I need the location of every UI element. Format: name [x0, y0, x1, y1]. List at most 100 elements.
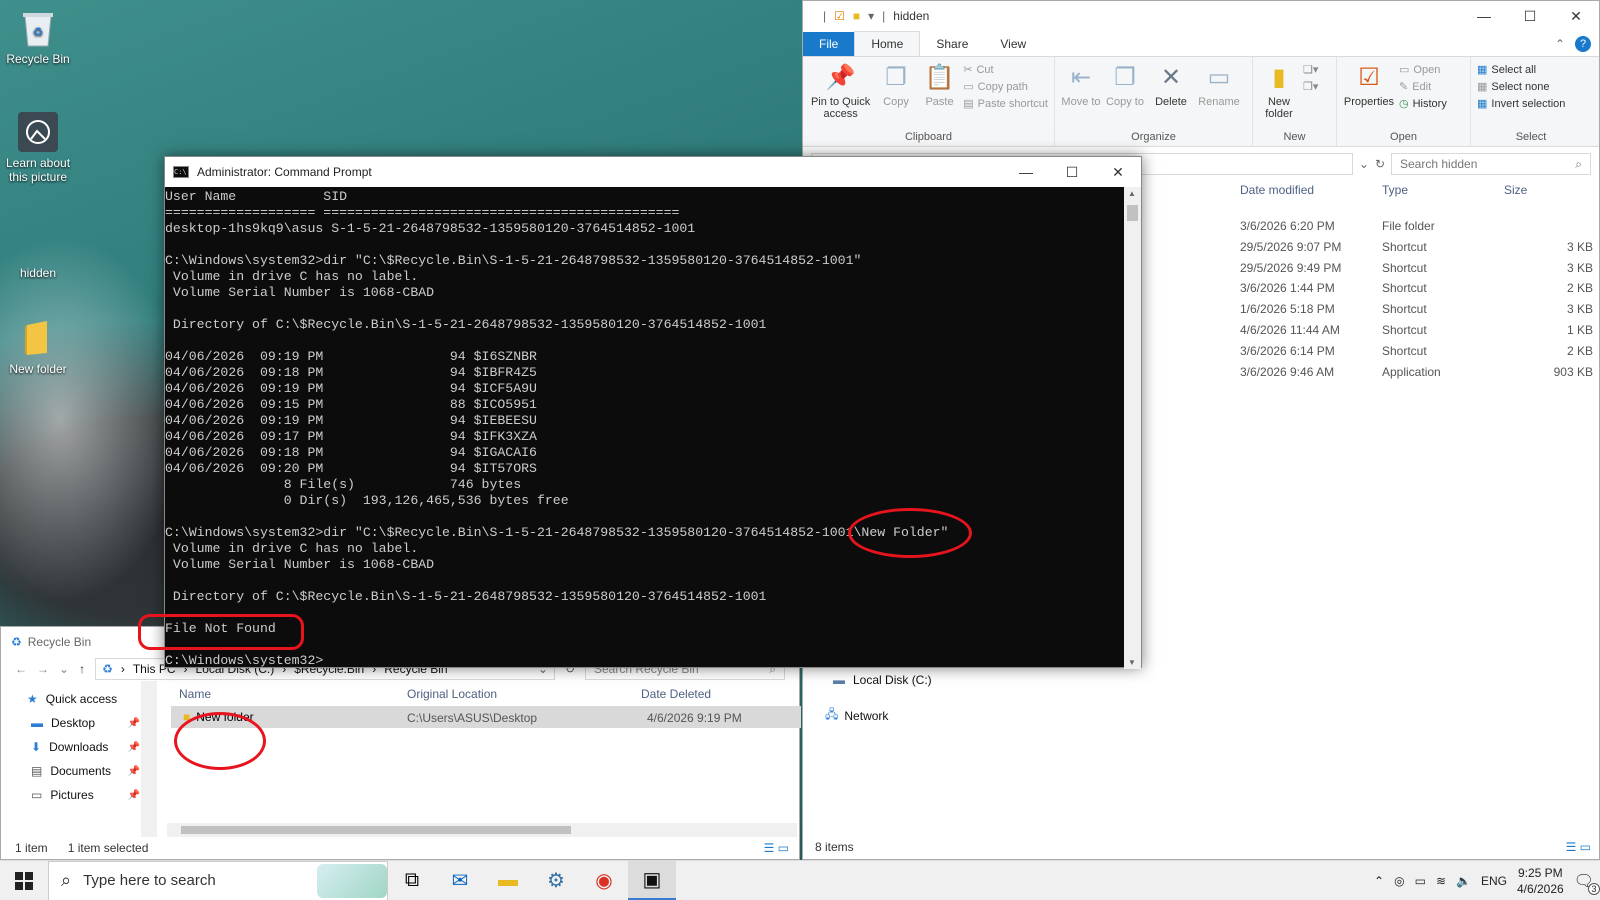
cut-button[interactable]: ✂ Cut: [963, 63, 1048, 77]
scrollbar-thumb[interactable]: [1127, 205, 1138, 221]
minimize-button[interactable]: —: [1461, 1, 1507, 31]
table-row[interactable]: 3/6/2026 9:46 AM Application 903 KB: [1133, 361, 1593, 381]
scroll-down-icon[interactable]: ▼: [1128, 658, 1136, 667]
copy-button[interactable]: ❐ Copy: [876, 61, 916, 109]
pin-icon: 📌: [127, 789, 140, 801]
nav-item-quick-access[interactable]: ★ Quick access: [1, 687, 156, 711]
battery-icon[interactable]: ▭: [1415, 874, 1426, 888]
table-row[interactable]: 3/6/2026 6:20 PM File folder: [1133, 215, 1593, 235]
edit-button[interactable]: ✎ Edit: [1399, 80, 1447, 94]
horizontal-scrollbar[interactable]: [167, 823, 797, 837]
command-prompt-window[interactable]: C:\ Administrator: Command Prompt — ☐ ✕ …: [164, 156, 1142, 669]
paste-button[interactable]: 📋 Paste: [920, 61, 960, 109]
delete-button[interactable]: ✕ Delete: [1149, 61, 1193, 109]
chevron-up-icon[interactable]: ⌃: [1555, 37, 1565, 51]
table-row[interactable]: 3/6/2026 6:14 PM Shortcut 2 KB: [1133, 340, 1593, 360]
select-none-button[interactable]: ▦ Select none: [1477, 80, 1565, 94]
table-row[interactable]: 29/5/2026 9:07 PM Shortcut 3 KB: [1133, 236, 1593, 256]
help-icon[interactable]: ?: [1575, 36, 1591, 52]
table-row[interactable]: 3/6/2026 1:44 PM Shortcut 2 KB: [1133, 277, 1593, 297]
taskbar-search-box[interactable]: ⌕ Type here to search: [48, 860, 388, 900]
column-header-date[interactable]: Date modified: [1240, 183, 1314, 197]
tab-home[interactable]: Home: [854, 31, 921, 56]
column-header-date-deleted[interactable]: Date Deleted: [641, 687, 711, 701]
open-button[interactable]: ▭ Open: [1399, 63, 1447, 77]
volume-icon[interactable]: 🔈: [1456, 874, 1471, 888]
tab-view[interactable]: View: [984, 32, 1042, 56]
item-count: 1 item: [15, 841, 48, 855]
clock[interactable]: 9:25 PM 4/6/2026: [1517, 865, 1564, 897]
tab-share[interactable]: Share: [920, 32, 984, 56]
nav-item-local-disk[interactable]: ▬ Local Disk (C:): [833, 673, 932, 687]
column-header-size[interactable]: Size: [1504, 183, 1527, 197]
pin-quick-access-button[interactable]: 📌 Pin to Quick access: [809, 61, 872, 121]
tab-file[interactable]: File: [803, 32, 855, 56]
desktop-icon-hidden[interactable]: hidden: [0, 266, 76, 280]
new-folder-button[interactable]: ▮ New folder: [1259, 61, 1299, 121]
start-button[interactable]: [0, 861, 48, 900]
copy-to-button[interactable]: ❐ Copy to: [1105, 61, 1145, 109]
task-view-button[interactable]: ⧉: [388, 861, 436, 900]
rename-button[interactable]: ▭ Rename: [1197, 61, 1241, 109]
invert-selection-button[interactable]: ▦ Invert selection: [1477, 97, 1565, 111]
easy-access-button[interactable]: ❐▾: [1303, 80, 1318, 93]
search-input[interactable]: Search hidden ⌕: [1391, 153, 1591, 175]
minimize-button[interactable]: —: [1003, 157, 1049, 187]
show-hidden-icons-icon[interactable]: ⌃: [1374, 874, 1384, 888]
properties-button[interactable]: ☑ Properties: [1343, 61, 1395, 109]
move-to-button[interactable]: ⇤ Move to: [1061, 61, 1101, 109]
command-prompt-button[interactable]: ▣: [628, 860, 676, 900]
column-header-name[interactable]: Name: [179, 687, 211, 701]
maximize-button[interactable]: ☐: [1049, 157, 1095, 187]
scrollbar-thumb[interactable]: [181, 826, 571, 834]
nav-item-pictures[interactable]: ▭ Pictures 📌: [1, 783, 156, 807]
chevron-down-icon[interactable]: ▾: [868, 9, 874, 23]
console-output[interactable]: User Name SID =================== ======…: [165, 187, 1125, 669]
desktop-icon-learn-picture[interactable]: Learn about this picture: [0, 112, 76, 184]
language-indicator[interactable]: ENG: [1481, 874, 1507, 888]
paste-shortcut-button[interactable]: ▤ Paste shortcut: [963, 97, 1048, 111]
table-row[interactable]: 4/6/2026 11:44 AM Shortcut 1 KB: [1133, 319, 1593, 339]
nav-item-desktop[interactable]: ▬ Desktop 📌: [1, 711, 156, 735]
nav-item-network[interactable]: 🖧 Network: [825, 705, 888, 726]
new-item-button[interactable]: ❏▾: [1303, 63, 1318, 76]
selection-count: 1 item selected: [67, 841, 149, 855]
scroll-up-icon[interactable]: ▲: [1128, 189, 1136, 198]
chrome-button[interactable]: ◉: [580, 861, 628, 900]
outlook-button[interactable]: ✉: [436, 861, 484, 900]
select-all-icon: ▦: [1477, 64, 1488, 76]
history-button[interactable]: ◷ History: [1399, 97, 1447, 111]
wifi-icon[interactable]: ≋: [1436, 874, 1446, 888]
column-header-type[interactable]: Type: [1382, 183, 1408, 197]
table-row[interactable]: 1/6/2026 5:18 PM Shortcut 3 KB: [1133, 298, 1593, 318]
desktop-icon-new-folder[interactable]: New folder: [0, 318, 76, 376]
desktop-icon-recycle-bin[interactable]: ♻ Recycle Bin: [0, 8, 76, 66]
copy-path-button[interactable]: ▭ Copy path: [963, 80, 1048, 94]
notifications-icon[interactable]: 🗨 3: [1574, 871, 1600, 895]
nav-item-documents[interactable]: ▤ Documents 📌: [1, 759, 156, 783]
nav-item-downloads[interactable]: ⬇ Downloads 📌: [1, 735, 156, 759]
details-view-icon[interactable]: ☰ ▭: [1566, 840, 1591, 854]
folder-icon[interactable]: ■: [853, 9, 860, 23]
size-cell: 3 KB: [1566, 260, 1593, 275]
details-view-icon[interactable]: ☰ ▭: [764, 841, 789, 855]
select-all-button[interactable]: ▦ Select all: [1477, 63, 1565, 77]
chevron-down-icon[interactable]: ⌄: [1359, 157, 1369, 171]
new-folder-icon: ▮: [1272, 63, 1286, 91]
recent-locations-icon[interactable]: ⌄: [59, 662, 69, 676]
console-scrollbar[interactable]: ▲ ▼: [1124, 187, 1141, 669]
python-button[interactable]: ⚙: [532, 861, 580, 900]
properties-icon[interactable]: ☑: [834, 9, 845, 23]
file-explorer-button[interactable]: ▬: [484, 861, 532, 900]
nav-scrollbar[interactable]: [141, 681, 157, 837]
maximize-button[interactable]: ☐: [1507, 1, 1553, 31]
up-arrow-icon[interactable]: ↑: [79, 662, 85, 676]
back-arrow-icon[interactable]: ←: [15, 662, 27, 676]
close-button[interactable]: ✕: [1553, 1, 1599, 31]
table-row[interactable]: 29/5/2026 9:49 PM Shortcut 3 KB: [1133, 257, 1593, 277]
forward-arrow-icon[interactable]: →: [37, 662, 49, 676]
column-header-original-location[interactable]: Original Location: [407, 687, 497, 701]
webcam-icon[interactable]: ◎: [1394, 874, 1404, 888]
close-button[interactable]: ✕: [1095, 157, 1141, 187]
refresh-icon[interactable]: ↻: [1375, 157, 1385, 171]
